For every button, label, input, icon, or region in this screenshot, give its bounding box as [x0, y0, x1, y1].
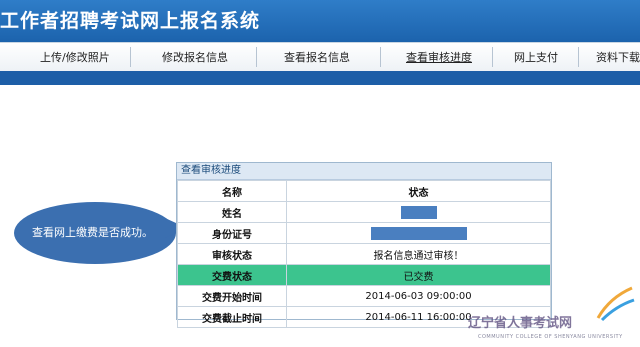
nav-review-progress[interactable]: 查看审核进度	[406, 49, 472, 65]
row-value: 报名信息通过审核！	[286, 243, 551, 265]
table-row-highlighted: 交费状态 已交费	[177, 264, 551, 286]
row-label: 交费状态	[177, 264, 287, 286]
column-header-name: 名称	[177, 180, 287, 202]
column-header-status: 状态	[286, 180, 551, 202]
watermark-subtitle: COMMUNITY COLLEGE OF SHENYANG UNIVERSITY	[478, 334, 623, 340]
row-value: 已交费	[286, 264, 551, 286]
main-nav: 上传/修改照片 修改报名信息 查看报名信息 查看审核进度 网上支付 资料下载	[0, 42, 640, 72]
table-row: 姓名	[177, 201, 551, 223]
review-progress-panel: 查看审核进度 名称 状态 姓名 身份证号 审核状态 报名信息通过审核！ 交费状态…	[176, 162, 552, 328]
table-row: 审核状态 报名信息通过审核！	[177, 243, 551, 265]
nav-divider	[578, 47, 579, 67]
table-row: 身份证号	[177, 222, 551, 244]
row-label: 姓名	[177, 201, 287, 223]
nav-upload-photo[interactable]: 上传/修改照片	[40, 49, 110, 65]
nav-downloads[interactable]: 资料下载	[596, 49, 640, 65]
row-value	[286, 201, 551, 223]
row-value: 2014-06-03 09:00:00	[286, 285, 551, 307]
table-row: 交费开始时间 2014-06-03 09:00:00	[177, 285, 551, 307]
nav-divider	[130, 47, 131, 67]
nav-divider	[492, 47, 493, 67]
row-label: 身份证号	[177, 222, 287, 244]
nav-divider	[380, 47, 381, 67]
redacted-id-number	[370, 226, 467, 240]
progress-table: 名称 状态 姓名 身份证号 审核状态 报名信息通过审核！ 交费状态 已交费 交费…	[177, 180, 551, 328]
panel-caption: 查看审核进度	[177, 163, 551, 180]
redacted-name	[400, 205, 437, 219]
row-value	[286, 222, 551, 244]
app-title: 工作者招聘考试网上报名系统	[0, 10, 261, 32]
nav-online-payment[interactable]: 网上支付	[514, 49, 558, 65]
nav-edit-info[interactable]: 修改报名信息	[162, 49, 228, 65]
callout-text: 查看网上缴费是否成功。	[32, 226, 153, 239]
row-label: 交费开始时间	[177, 285, 287, 307]
app-header: 工作者招聘考试网上报名系统	[0, 0, 640, 42]
table-header-row: 名称 状态	[177, 180, 551, 202]
watermark-text: 辽宁省人事考试网	[468, 316, 573, 331]
nav-divider	[256, 47, 257, 67]
watermark-logo-icon	[596, 286, 635, 322]
row-label: 审核状态	[177, 243, 287, 265]
nav-view-info[interactable]: 查看报名信息	[284, 49, 350, 65]
row-label: 交费截止时间	[177, 306, 287, 328]
header-bottom-bar	[0, 71, 640, 85]
